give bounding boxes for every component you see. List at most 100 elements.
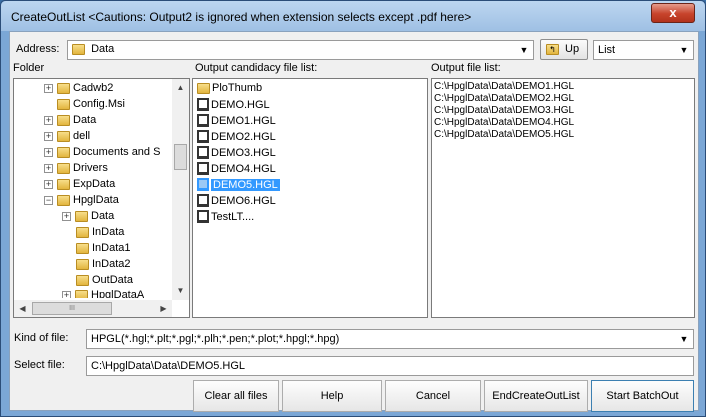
scroll-right-icon[interactable]: ▶ [155, 300, 172, 317]
folder-icon [57, 82, 70, 94]
select-file-value: C:\HpglData\Data\DEMO5.HGL [91, 360, 246, 372]
address-value: Data [91, 43, 115, 55]
list-item[interactable]: PloThumb [197, 82, 262, 98]
file-icon [197, 194, 209, 207]
clear-all-files-button[interactable]: Clear all files [193, 380, 279, 412]
expand-icon[interactable]: + [62, 290, 71, 298]
expand-icon[interactable]: + [44, 83, 53, 93]
chevron-down-icon[interactable]: ▼ [676, 42, 692, 58]
tree-item[interactable]: + Data [62, 210, 114, 226]
scroll-up-icon[interactable]: ▲ [172, 79, 189, 96]
list-item-selected[interactable]: DEMO5.HGL [197, 178, 280, 194]
folder-heading: Folder [13, 62, 45, 74]
folder-icon [57, 178, 70, 190]
up-button-label: Up [565, 43, 580, 55]
chevron-down-icon[interactable]: ▼ [516, 42, 532, 58]
expand-icon[interactable]: + [62, 211, 71, 221]
folder-tree[interactable]: + Cadwb2 Config.Msi + Data + dell + Document… [13, 78, 190, 318]
file-icon [197, 146, 209, 159]
folder-icon [75, 210, 88, 222]
tree-item[interactable]: + ExpData [44, 178, 115, 194]
list-item[interactable]: TestLT.... [197, 210, 254, 226]
up-button[interactable]: ↰ Up [540, 39, 588, 60]
expand-icon[interactable]: + [44, 163, 53, 173]
folder-icon [57, 194, 70, 206]
output-file-list[interactable]: C:\HpglData\Data\DEMO1.HGL C:\HpglData\D… [431, 78, 695, 318]
title-bar[interactable]: CreateOutList <Cautions: Output2 is igno… [1, 1, 705, 31]
select-file-label: Select file: [14, 359, 65, 371]
folder-icon [57, 162, 70, 174]
up-folder-icon: ↰ [546, 44, 559, 55]
kind-of-file-value: HPGL(*.hgl;*.plt;*.pgl;*.plh;*.pen;*.plo… [91, 333, 340, 345]
tree-item[interactable]: + Drivers [44, 162, 108, 178]
tree-item[interactable]: InData [76, 226, 124, 242]
file-icon [197, 210, 209, 223]
select-file-field[interactable]: C:\HpglData\Data\DEMO5.HGL [86, 356, 694, 376]
list-item[interactable]: C:\HpglData\Data\DEMO1.HGL [434, 81, 574, 93]
folder-icon [197, 82, 210, 94]
file-icon [197, 178, 209, 191]
candidate-file-list[interactable]: PloThumb DEMO.HGL DEMO1.HGL DEMO2.HGL DE… [192, 78, 428, 318]
expand-icon[interactable]: + [44, 147, 53, 157]
folder-icon [57, 130, 70, 142]
folder-icon [72, 43, 85, 55]
tree-item[interactable]: + Cadwb2 [44, 82, 113, 98]
list-item[interactable]: DEMO.HGL [197, 98, 270, 114]
address-label: Address: [16, 43, 60, 55]
scroll-left-icon[interactable]: ◀ [14, 300, 31, 317]
expand-icon[interactable]: + [44, 115, 53, 125]
file-icon [197, 114, 209, 127]
list-item[interactable]: DEMO6.HGL [197, 194, 276, 210]
output-heading: Output file list: [431, 62, 501, 74]
tree-item[interactable]: Config.Msi [44, 98, 125, 114]
tree-item[interactable]: InData2 [76, 258, 131, 274]
folder-icon [76, 226, 89, 238]
scroll-thumb[interactable]: III [32, 302, 112, 315]
kind-of-file-combo[interactable]: HPGL(*.hgl;*.plt;*.pgl;*.plh;*.pen;*.plo… [86, 329, 694, 349]
address-combo[interactable]: Data ▼ [67, 40, 534, 60]
list-item[interactable]: C:\HpglData\Data\DEMO4.HGL [434, 117, 574, 129]
folder-vscroll[interactable]: ▲ ▼ [172, 79, 189, 300]
list-item[interactable]: DEMO3.HGL [197, 146, 276, 162]
list-item[interactable]: C:\HpglData\Data\DEMO2.HGL [434, 93, 574, 105]
tree-item[interactable]: + dell [44, 130, 90, 146]
cancel-button[interactable]: Cancel [385, 380, 481, 412]
file-icon [197, 98, 209, 111]
scroll-thumb[interactable] [174, 144, 187, 170]
list-item[interactable]: DEMO2.HGL [197, 130, 276, 146]
expand-icon[interactable]: + [44, 131, 53, 141]
help-button[interactable]: Help [282, 380, 382, 412]
window-title: CreateOutList <Cautions: Output2 is igno… [11, 10, 472, 24]
list-item[interactable]: C:\HpglData\Data\DEMO5.HGL [434, 129, 574, 141]
candidate-heading: Output candidacy file list: [195, 62, 318, 74]
close-button[interactable]: x [651, 3, 695, 23]
folder-icon [75, 289, 88, 298]
view-combo-value: List [598, 44, 616, 56]
tree-item[interactable]: + HpglDataA [62, 289, 144, 298]
folder-icon [76, 258, 89, 270]
start-batch-out-button[interactable]: Start BatchOut [591, 380, 694, 412]
expand-icon[interactable]: + [44, 179, 53, 189]
kind-of-file-label: Kind of file: [14, 332, 69, 344]
folder-icon [57, 98, 70, 110]
folder-icon [76, 242, 89, 254]
tree-item[interactable]: + Documents and S [44, 146, 160, 162]
dialog-client: Address: Data ▼ ↰ Up List ▼ Folder Outpu… [9, 31, 699, 412]
scroll-down-icon[interactable]: ▼ [172, 282, 189, 299]
tree-item[interactable]: − HpglData [44, 194, 119, 210]
folder-icon [57, 114, 70, 126]
file-icon [197, 162, 209, 175]
view-combo[interactable]: List ▼ [593, 40, 694, 60]
tree-item[interactable]: InData1 [76, 242, 131, 258]
chevron-down-icon[interactable]: ▼ [676, 331, 692, 347]
tree-item[interactable]: OutData [76, 274, 133, 290]
folder-hscroll[interactable]: ◀ III ▶ [14, 300, 172, 317]
tree-item[interactable]: + Data [44, 114, 96, 130]
end-create-out-list-button[interactable]: EndCreateOutList [484, 380, 588, 412]
folder-icon [57, 146, 70, 158]
list-item[interactable]: DEMO1.HGL [197, 114, 276, 130]
list-item[interactable]: DEMO4.HGL [197, 162, 276, 178]
list-item[interactable]: C:\HpglData\Data\DEMO3.HGL [434, 105, 574, 117]
file-icon [197, 130, 209, 143]
collapse-icon[interactable]: − [44, 195, 53, 205]
